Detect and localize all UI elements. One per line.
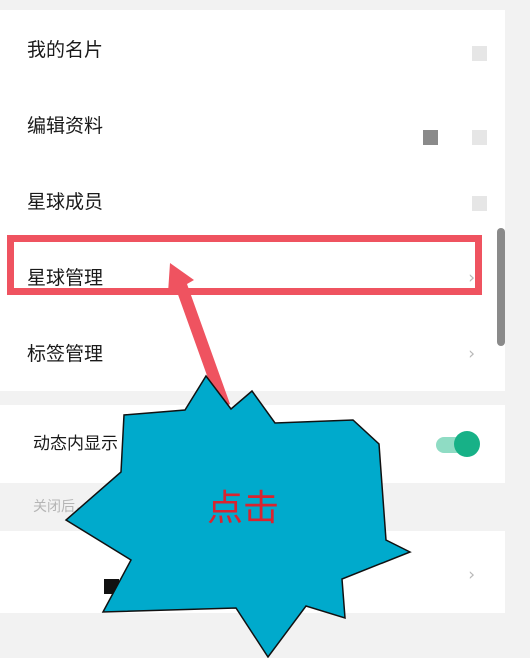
annotation-overlay: 点击 — [64, 263, 412, 658]
click-label: 点击 — [207, 488, 279, 529]
